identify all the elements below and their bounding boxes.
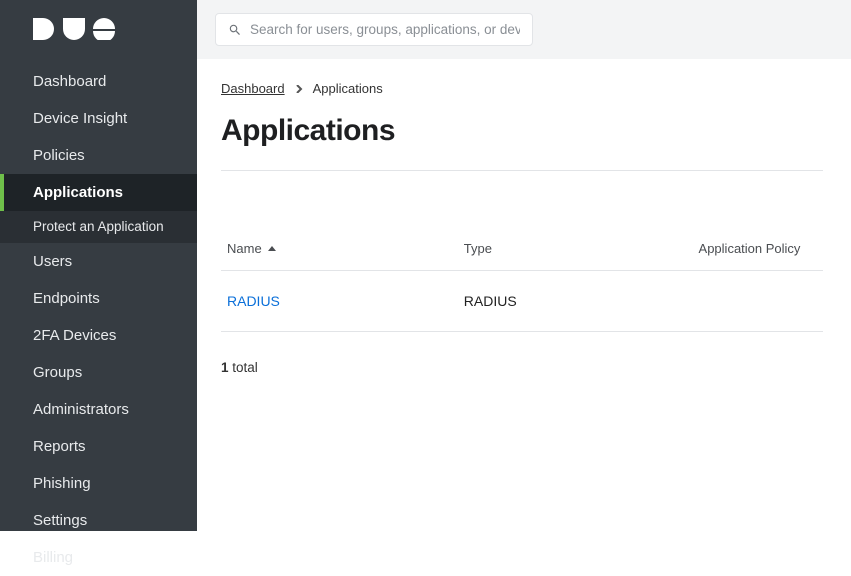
- search-input[interactable]: [250, 22, 520, 37]
- breadcrumb-current: Applications: [313, 81, 383, 96]
- column-header-policy-label: Application Policy: [699, 241, 801, 256]
- total-count: 1 total: [221, 360, 823, 375]
- sidebar-item-billing[interactable]: Billing: [0, 539, 197, 576]
- column-header-name[interactable]: Name: [227, 241, 276, 256]
- applications-table: Name Type Application Policy: [221, 231, 823, 332]
- column-header-type-label: Type: [464, 241, 492, 256]
- application-policy-cell: [691, 271, 823, 332]
- column-header-name-label: Name: [227, 241, 262, 256]
- sidebar-item-groups[interactable]: Groups: [0, 354, 197, 391]
- breadcrumb-root-link[interactable]: Dashboard: [221, 81, 285, 96]
- breadcrumb: Dashboard Applications: [221, 81, 823, 96]
- search-icon: [228, 23, 242, 37]
- column-header-policy[interactable]: Application Policy: [699, 241, 801, 256]
- sidebar-item-policies[interactable]: Policies: [0, 137, 197, 174]
- duo-logo-icon: [33, 18, 119, 40]
- sidebar-item-dashboard[interactable]: Dashboard: [0, 63, 197, 100]
- total-count-number: 1: [221, 360, 229, 375]
- topbar: [197, 0, 851, 59]
- sidebar-item-phishing[interactable]: Phishing: [0, 465, 197, 502]
- sidebar-item-device-insight[interactable]: Device Insight: [0, 100, 197, 137]
- column-header-type[interactable]: Type: [464, 241, 492, 256]
- sidebar-item-administrators[interactable]: Administrators: [0, 391, 197, 428]
- divider: [221, 170, 823, 171]
- sidebar-subitem-protect-application[interactable]: Protect an Application: [0, 211, 197, 243]
- sidebar: Dashboard Device Insight Policies Applic…: [0, 0, 197, 531]
- chevron-right-icon: [295, 85, 303, 93]
- table-row: RADIUS RADIUS: [221, 271, 823, 332]
- main: Dashboard Applications Applications Name: [197, 0, 851, 531]
- content: Dashboard Applications Applications Name: [197, 59, 851, 399]
- logo: [0, 0, 197, 63]
- total-count-suffix: total: [229, 360, 258, 375]
- page-title: Applications: [221, 114, 823, 148]
- sidebar-item-2fa-devices[interactable]: 2FA Devices: [0, 317, 197, 354]
- sidebar-item-reports[interactable]: Reports: [0, 428, 197, 465]
- sidebar-item-settings[interactable]: Settings: [0, 502, 197, 539]
- application-name-link[interactable]: RADIUS: [227, 293, 280, 309]
- sidebar-nav: Dashboard Device Insight Policies Applic…: [0, 63, 197, 576]
- sidebar-item-users[interactable]: Users: [0, 243, 197, 280]
- sidebar-item-applications[interactable]: Applications: [0, 174, 197, 211]
- sidebar-item-endpoints[interactable]: Endpoints: [0, 280, 197, 317]
- search-box[interactable]: [215, 13, 533, 46]
- sort-ascending-icon: [268, 246, 276, 251]
- application-type-cell: RADIUS: [456, 271, 691, 332]
